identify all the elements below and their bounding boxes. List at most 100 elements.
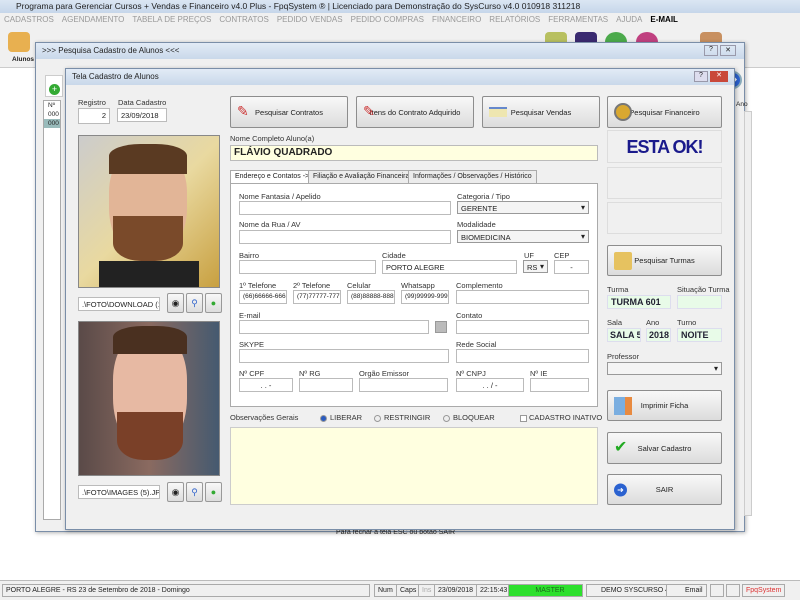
menu-contratos[interactable]: CONTRATOS	[219, 15, 268, 26]
complemento-label: Complemento	[456, 281, 503, 290]
obs-label: Observações Gerais	[230, 413, 299, 422]
tel1-field[interactable]: (66)66666-6666	[239, 290, 287, 304]
data-cadastro-field[interactable]: 23/09/2018	[117, 108, 167, 122]
help-button[interactable]: ?	[694, 71, 708, 82]
menu-cadastros[interactable]: CADASTROS	[4, 15, 54, 26]
ano-field[interactable]: 2018	[646, 328, 671, 342]
radio-liberar[interactable]: LIBERAR	[320, 413, 362, 422]
printer-icon[interactable]	[710, 584, 724, 597]
menu-ferramentas[interactable]: FERRAMENTAS	[548, 15, 608, 26]
tel2-field[interactable]: (77)77777-7777	[293, 290, 341, 304]
sair-button[interactable]: ➜ SAIR	[607, 474, 722, 505]
menu-tabela-precos[interactable]: TABELA DE PREÇOS	[132, 15, 211, 26]
sala-field[interactable]: SALA 5	[607, 328, 641, 342]
pesquisar-contratos-button[interactable]: ✎ Pesquisar Contratos	[230, 96, 348, 128]
sales-icon	[489, 107, 507, 117]
close-button[interactable]: ✕	[710, 71, 728, 82]
ie-field[interactable]	[530, 378, 589, 392]
cnpj-field[interactable]: . . / -	[456, 378, 524, 392]
rede-social-field[interactable]	[456, 349, 589, 363]
whatsapp-field[interactable]: (99)99999-9999	[401, 290, 449, 304]
contato-field[interactable]	[456, 320, 589, 334]
tab-endereco[interactable]: Endereço e Contatos ->	[230, 170, 315, 184]
pen-icon: ✎	[237, 103, 249, 119]
tab-filiacao[interactable]: Filiação e Avaliação Financeira ->	[308, 170, 423, 183]
student-photo-1	[78, 135, 220, 288]
pesquisar-financeiro-button[interactable]: Pesquisar Financeiro	[607, 96, 722, 128]
rua-field[interactable]	[239, 230, 451, 244]
bairro-field[interactable]	[239, 260, 376, 274]
search-icon[interactable]: ⚲	[186, 293, 203, 313]
cpf-field[interactable]: . . -	[239, 378, 293, 392]
menu-financeiro[interactable]: FINANCEIRO	[432, 15, 481, 26]
coins-icon	[614, 103, 632, 121]
uf-label: UF	[524, 251, 534, 260]
webcam-icon[interactable]: ◉	[167, 293, 184, 313]
situacao-field[interactable]	[677, 295, 722, 309]
turma-field[interactable]: TURMA 601	[607, 295, 671, 309]
salvar-cadastro-button[interactable]: ✔ Salvar Cadastro	[607, 432, 722, 464]
fantasia-field[interactable]	[239, 201, 451, 215]
new-record-icon[interactable]: +	[45, 75, 63, 97]
webcam-icon[interactable]: ◉	[167, 482, 184, 502]
menu-ajuda[interactable]: AJUDA	[616, 15, 642, 26]
situacao-label: Situação Turma	[677, 285, 730, 294]
menu-relatorios[interactable]: RELATÓRIOS	[489, 15, 540, 26]
celular-field[interactable]: (88)88888-8889	[347, 290, 395, 304]
pesquisar-turmas-button[interactable]: Pesquisar Turmas	[607, 245, 722, 276]
close-button[interactable]: ✕	[720, 45, 736, 56]
network-icon[interactable]	[726, 584, 740, 597]
menu-agendamento[interactable]: AGENDAMENTO	[62, 15, 125, 26]
ie-label: Nº IE	[530, 369, 548, 378]
menu-email[interactable]: E-MAIL	[650, 15, 678, 26]
photo1-path-field[interactable]: .\FOTO\DOWNLOAD (1).JPG	[78, 297, 160, 311]
status-location: PORTO ALEGRE - RS 23 de Setembro de 2018…	[2, 584, 370, 597]
itens-contrato-button[interactable]: ✎ Itens do Contrato Adquirido	[356, 96, 474, 128]
add-photo-icon[interactable]: ●	[205, 482, 222, 502]
rg-field[interactable]	[299, 378, 353, 392]
button-label: Itens do Contrato Adquirido	[369, 107, 461, 117]
vertical-scrollbar[interactable]	[744, 111, 752, 516]
cpf-label: Nº CPF	[239, 369, 265, 378]
modalidade-select[interactable]: BIOMEDICINA	[457, 230, 589, 243]
orgao-field[interactable]	[359, 378, 448, 392]
complemento-field[interactable]	[456, 290, 589, 304]
rg-label: Nº RG	[299, 369, 321, 378]
ano-label: Ano	[646, 318, 660, 327]
status-database: DEMO SYSCURSO 4.0	[586, 584, 679, 597]
bairro-label: Bairro	[239, 251, 260, 260]
photo2-path-field[interactable]: .\FOTO\IMAGES (5).JPG	[78, 485, 160, 499]
categoria-select[interactable]: GERENTE	[457, 201, 589, 214]
grid-header: Nº	[48, 102, 56, 109]
registro-field[interactable]: 2	[78, 108, 110, 124]
alunos-icon[interactable]	[8, 32, 30, 52]
results-grid[interactable]: Nº 000 000	[43, 100, 61, 520]
professor-select[interactable]	[607, 362, 722, 375]
radio-restringir[interactable]: RESTRINGIR	[374, 413, 430, 422]
cidade-field[interactable]: PORTO ALEGRE	[382, 260, 517, 274]
inativo-checkbox[interactable]: CADASTRO INATIVO	[520, 413, 602, 422]
menu-pedido-compras[interactable]: PEDIDO COMPRAS	[351, 15, 424, 26]
help-button[interactable]: ?	[704, 45, 718, 56]
observacoes-textarea[interactable]	[230, 427, 598, 505]
search-icon[interactable]: ⚲	[186, 482, 203, 502]
imprimir-ficha-button[interactable]: Imprimir Ficha	[607, 390, 722, 421]
status-num: Num	[374, 584, 397, 597]
send-email-icon[interactable]	[435, 321, 447, 333]
uf-select[interactable]: RS	[523, 260, 548, 273]
menu-pedido-vendas[interactable]: PEDIDO VENDAS	[277, 15, 343, 26]
tab-informacoes[interactable]: Informações / Observações / Histórico	[408, 170, 537, 183]
table-row[interactable]: 000	[44, 119, 60, 128]
pesquisar-vendas-button[interactable]: Pesquisar Vendas	[482, 96, 600, 128]
turno-field[interactable]: NOITE	[677, 328, 722, 342]
add-photo-icon[interactable]: ●	[205, 293, 222, 313]
skype-field[interactable]	[239, 349, 449, 363]
cep-field[interactable]: -	[554, 260, 589, 274]
table-row[interactable]: 000	[44, 110, 60, 119]
nome-field[interactable]: FLÁVIO QUADRADO	[230, 145, 598, 161]
radio-bloquear[interactable]: BLOQUEAR	[443, 413, 495, 422]
status-email[interactable]: Email	[666, 584, 707, 597]
alunos-label[interactable]: Alunos	[12, 56, 34, 63]
professor-label: Professor	[607, 352, 640, 361]
email-field[interactable]	[239, 320, 429, 334]
